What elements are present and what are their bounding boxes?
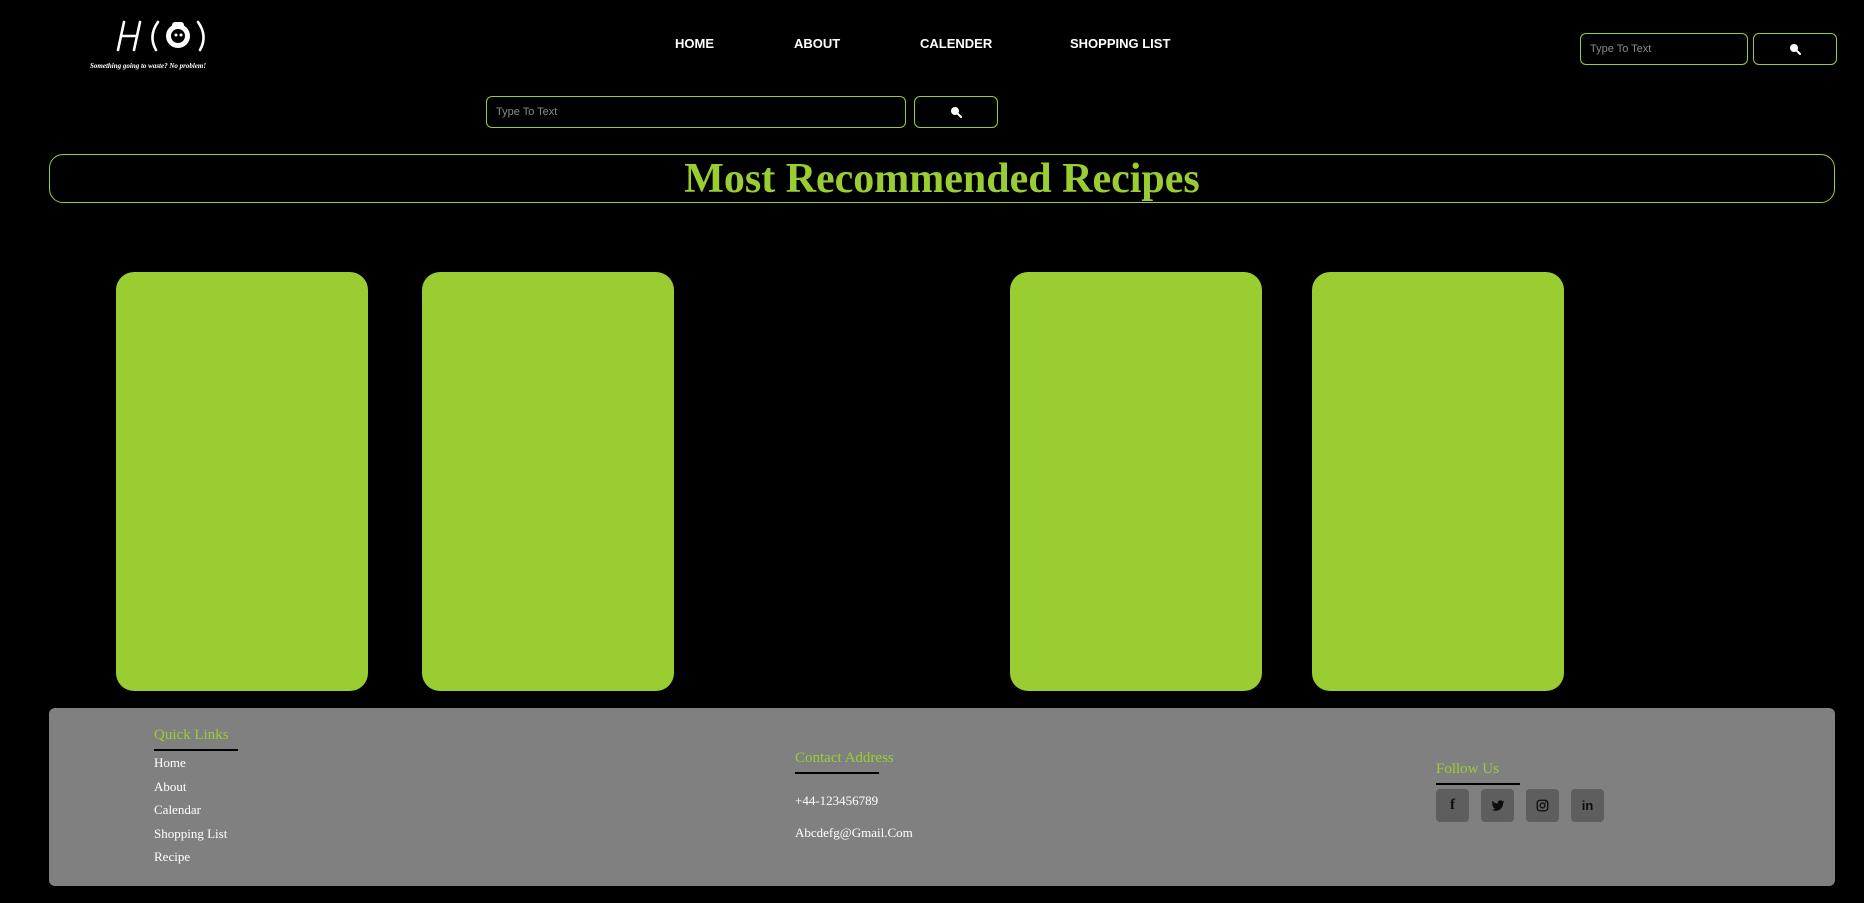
footer-link-about[interactable]: About	[154, 779, 187, 795]
logo-mark-icon	[116, 20, 205, 52]
site-logo[interactable]: Something going to waste? No problem!	[88, 14, 228, 74]
facebook-icon: f	[1450, 797, 1455, 813]
recipe-card[interactable]	[422, 272, 674, 691]
contact-email: Abcdefg@Gmail.Com	[795, 825, 913, 840]
quick-links-underline	[154, 749, 238, 751]
header-search-input[interactable]	[1580, 33, 1748, 65]
twitter-icon	[1491, 799, 1504, 811]
instagram-icon	[1536, 799, 1549, 812]
quick-links-heading: Quick Links	[154, 727, 229, 743]
header-search-button[interactable]	[1753, 33, 1837, 65]
instagram-button[interactable]	[1526, 789, 1559, 822]
main-search-input[interactable]	[486, 96, 906, 128]
facebook-button[interactable]: f	[1436, 789, 1469, 822]
footer-link-recipe[interactable]: Recipe	[154, 849, 190, 865]
contact-underline	[795, 772, 879, 774]
footer: Quick Links Home About Calendar Shopping…	[49, 708, 1835, 886]
recipe-card[interactable]	[1010, 272, 1262, 691]
main-search-button[interactable]	[914, 96, 998, 128]
recipe-card[interactable]	[1312, 272, 1564, 691]
footer-link-home[interactable]: Home	[154, 755, 186, 771]
recipe-card[interactable]	[116, 272, 368, 691]
search-icon	[951, 107, 962, 118]
linkedin-icon: in	[1581, 798, 1594, 813]
follow-underline	[1436, 783, 1520, 785]
nav-about[interactable]: ABOUT	[794, 36, 840, 51]
page-title: Most Recommended Recipes	[684, 155, 1200, 202]
contact-heading: Contact Address	[795, 750, 894, 766]
nav-calender[interactable]: CALENDER	[920, 36, 992, 51]
contact-phone: +44-123456789	[795, 793, 879, 808]
footer-link-calendar[interactable]: Calendar	[154, 802, 201, 818]
linkedin-button[interactable]: in	[1571, 789, 1604, 822]
logo-tagline: Something going to waste? No problem!	[90, 62, 207, 70]
footer-link-shopping-list[interactable]: Shopping List	[154, 826, 227, 842]
search-icon	[1790, 44, 1801, 55]
twitter-button[interactable]	[1481, 789, 1514, 822]
title-banner: Most Recommended Recipes	[49, 154, 1835, 203]
nav-home[interactable]: HOME	[675, 36, 714, 51]
follow-heading: Follow Us	[1436, 761, 1499, 777]
nav-shopping-list[interactable]: SHOPPING LIST	[1070, 36, 1170, 51]
